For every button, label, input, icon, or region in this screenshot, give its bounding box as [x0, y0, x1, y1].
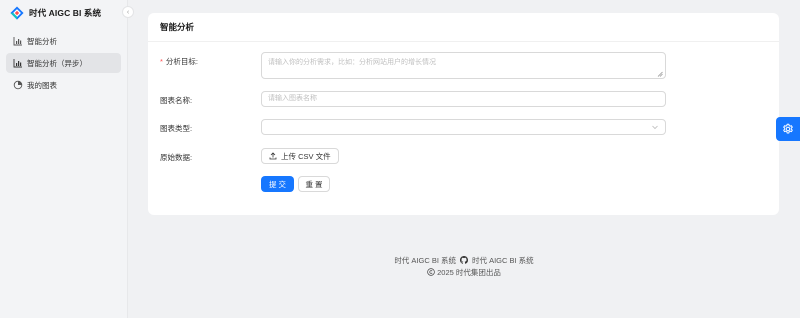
footer-copyright: 2025 时代集团出品 [128, 266, 800, 278]
gear-icon [783, 123, 793, 134]
app-title: 时代 AIGC BI 系统 [29, 8, 102, 18]
brand[interactable]: 时代 AIGC BI 系统 [0, 0, 127, 26]
footer-link-left[interactable]: 时代 AIGC BI 系统 [394, 255, 456, 266]
chevron-down-icon [652, 125, 658, 130]
chevron-left-icon: ‹ [126, 8, 130, 16]
upload-icon [269, 152, 277, 160]
submit-button[interactable]: 提 交 [261, 176, 294, 192]
upload-label: 上传 CSV 文件 [281, 151, 331, 161]
sidebar-item-label: 智能分析（异步） [27, 58, 87, 68]
copyright-text: 2025 时代集团出品 [437, 267, 501, 277]
raw-data-label: 原始数据: [160, 153, 193, 162]
analysis-card: 智能分析 * 分析目标: 请输入你的分析需求，比如：分析网站用户的增长情况 图表名… [148, 13, 779, 215]
chart-type-label: 图表类型: [160, 124, 193, 133]
sidebar-collapse-button[interactable]: ‹ [122, 6, 134, 18]
reset-button[interactable]: 重 置 [298, 176, 330, 192]
footer-link-right[interactable]: 时代 AIGC BI 系统 [472, 255, 534, 266]
github-icon[interactable] [460, 256, 468, 264]
footer: 时代 AIGC BI 系统 时代 AIGC BI 系统 2025 时代集团出品 [128, 254, 800, 278]
goal-placeholder: 请输入你的分析需求，比如：分析网站用户的增长情况 [268, 59, 436, 66]
bar-chart-icon [13, 37, 22, 46]
card-title: 智能分析 [148, 13, 779, 42]
required-mark: * [160, 57, 163, 66]
bar-chart-icon [13, 59, 22, 68]
sidebar-item-label: 智能分析 [27, 36, 57, 46]
chart-name-placeholder: 请输入图表名称 [268, 95, 317, 102]
chart-name-input[interactable]: 请输入图表名称 [261, 91, 666, 107]
sidebar-item-my-charts[interactable]: 我的图表 [6, 75, 121, 95]
sidebar: 时代 AIGC BI 系统 智能分析 智能分析（异步） 我的图表 [0, 0, 128, 318]
goal-label: * 分析目标: [160, 57, 199, 66]
sidebar-item-smart-analysis-async[interactable]: 智能分析（异步） [6, 53, 121, 73]
chart-name-label: 图表名称: [160, 96, 193, 105]
copyright-icon [427, 268, 435, 276]
upload-csv-button[interactable]: 上传 CSV 文件 [261, 148, 339, 164]
goal-textarea[interactable]: 请输入你的分析需求，比如：分析网站用户的增长情况 [261, 52, 666, 79]
sidebar-item-smart-analysis[interactable]: 智能分析 [6, 31, 121, 51]
resize-grip-icon[interactable] [657, 71, 663, 77]
settings-button[interactable] [776, 117, 800, 141]
sidebar-menu: 智能分析 智能分析（异步） 我的图表 [0, 31, 127, 95]
pie-chart-icon [13, 80, 23, 90]
footer-links: 时代 AIGC BI 系统 时代 AIGC BI 系统 [128, 254, 800, 266]
chart-type-select[interactable] [261, 119, 666, 135]
sidebar-item-label: 我的图表 [27, 80, 57, 90]
logo-icon [10, 6, 24, 20]
